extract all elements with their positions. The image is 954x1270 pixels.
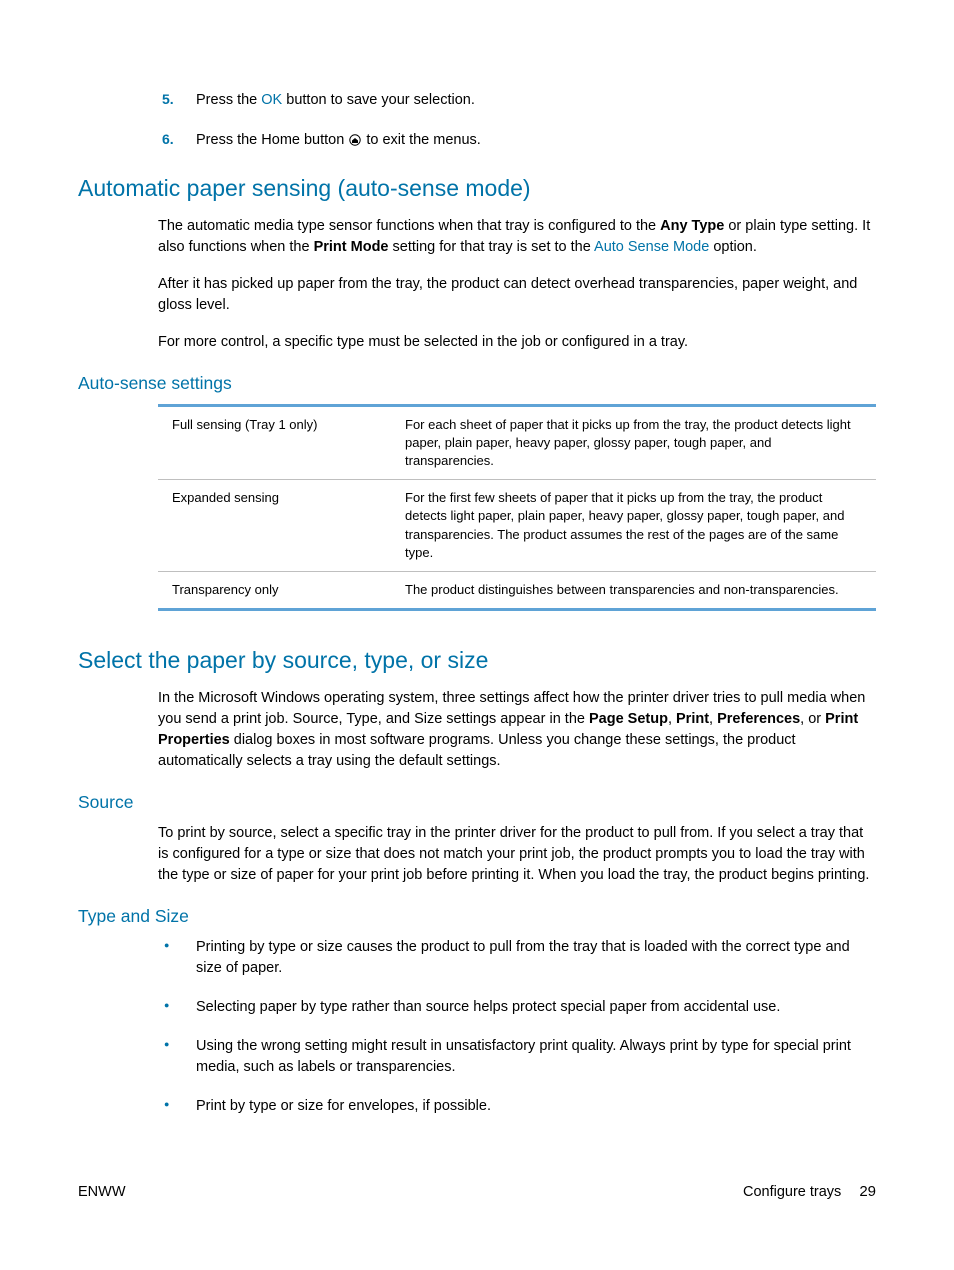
- setting-desc: For the first few sheets of paper that i…: [391, 480, 876, 572]
- setting-name: Full sensing (Tray 1 only): [158, 405, 391, 480]
- table-row: Transparency only The product distinguis…: [158, 571, 876, 609]
- step-number: 6.: [78, 130, 196, 150]
- table-row: Expanded sensing For the first few sheet…: [158, 480, 876, 572]
- footer-left: ENWW: [78, 1184, 126, 1200]
- home-icon: [349, 134, 361, 146]
- table-row: Full sensing (Tray 1 only) For each shee…: [158, 405, 876, 480]
- heading-autosense-settings: Auto-sense settings: [78, 373, 876, 394]
- setting-desc: The product distinguishes between transp…: [391, 571, 876, 609]
- step-text: Press the Home button to exit the menus.: [196, 130, 481, 150]
- numbered-steps: 5. Press the OK button to save your sele…: [78, 90, 876, 151]
- autosense-settings-table: Full sensing (Tray 1 only) For each shee…: [158, 404, 876, 612]
- list-item: Using the wrong setting might result in …: [158, 1036, 876, 1078]
- para-autosense-3: For more control, a specific type must b…: [78, 332, 876, 353]
- page-footer: ENWW Configure trays 29: [78, 1183, 876, 1200]
- setting-name: Transparency only: [158, 571, 391, 609]
- setting-name: Expanded sensing: [158, 480, 391, 572]
- para-autosense-1: The automatic media type sensor function…: [78, 216, 876, 258]
- step-5: 5. Press the OK button to save your sele…: [78, 90, 876, 110]
- heading-source: Source: [78, 792, 876, 813]
- auto-sense-mode-link: Auto Sense Mode: [594, 239, 709, 255]
- ok-link: OK: [261, 92, 282, 108]
- heading-type-size: Type and Size: [78, 906, 876, 927]
- list-item: Selecting paper by type rather than sour…: [158, 997, 876, 1018]
- step-number: 5.: [78, 90, 196, 110]
- heading-auto-sensing: Automatic paper sensing (auto-sense mode…: [78, 175, 876, 202]
- step-text: Press the OK button to save your selecti…: [196, 90, 475, 110]
- type-size-bullets: Printing by type or size causes the prod…: [78, 937, 876, 1117]
- page-number: 29: [859, 1183, 876, 1200]
- heading-select-paper: Select the paper by source, type, or siz…: [78, 647, 876, 674]
- setting-desc: For each sheet of paper that it picks up…: [391, 405, 876, 480]
- footer-right: Configure trays 29: [743, 1183, 876, 1200]
- step-6: 6. Press the Home button to exit the men…: [78, 130, 876, 150]
- para-select-paper: In the Microsoft Windows operating syste…: [78, 688, 876, 772]
- list-item: Print by type or size for envelopes, if …: [158, 1096, 876, 1117]
- footer-section-label: Configure trays: [743, 1184, 841, 1200]
- list-item: Printing by type or size causes the prod…: [158, 937, 876, 979]
- para-autosense-2: After it has picked up paper from the tr…: [78, 274, 876, 316]
- para-source: To print by source, select a specific tr…: [78, 823, 876, 886]
